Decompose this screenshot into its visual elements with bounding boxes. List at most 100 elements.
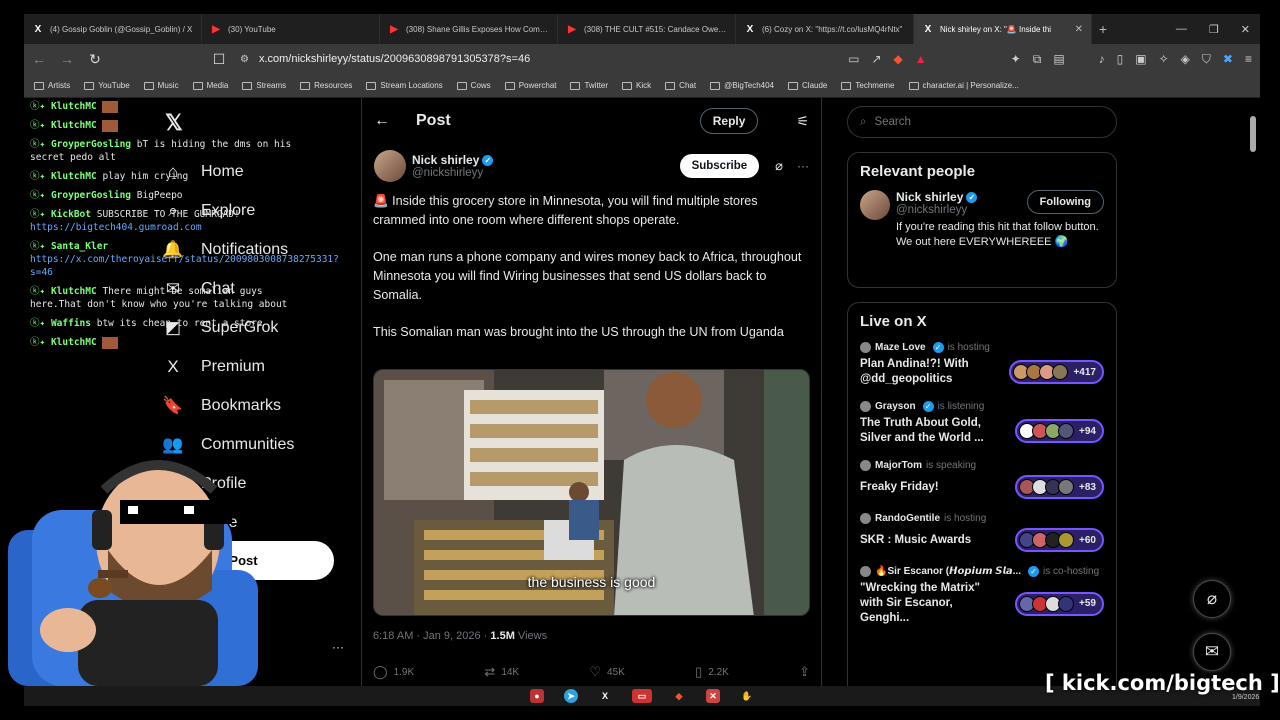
author-handle[interactable]: @nickshirleyy xyxy=(412,167,493,179)
voice-app-icon[interactable]: ▭ xyxy=(632,689,652,703)
author-name[interactable]: Nick shirley xyxy=(412,153,479,167)
reply-button[interactable]: Reply xyxy=(699,108,759,134)
app-icon[interactable]: ● xyxy=(530,689,544,703)
bookmark-action[interactable]: ▯ 2.2K xyxy=(695,664,729,680)
chat-link[interactable]: https://bigtech404.gumroad.com xyxy=(30,222,202,233)
listener-pill[interactable]: +59 xyxy=(1015,591,1104,616)
back-arrow-icon[interactable]: ← xyxy=(32,51,46,67)
grok-icon[interactable]: ⌀ xyxy=(775,158,783,174)
bookmark-item[interactable]: Stream Locations xyxy=(366,81,443,90)
sidebar-icon[interactable]: ▯ xyxy=(1117,52,1124,66)
browser-tab[interactable]: ▶ (308) THE CULT #515: Candace Owens S xyxy=(558,14,736,44)
bookmark-item[interactable]: Streams xyxy=(242,81,286,90)
chat-username[interactable]: KlutchMC xyxy=(51,286,97,297)
browser-tab[interactable]: X (6) Cozy on X: "https://t.co/lusMQ4rNtx… xyxy=(736,14,914,44)
music-icon[interactable]: ♪ xyxy=(1099,52,1105,66)
scrollbar[interactable] xyxy=(1250,116,1256,152)
close-window-icon[interactable]: ✕ xyxy=(1241,23,1250,36)
brave-icon[interactable]: ◆ xyxy=(672,689,686,703)
browser-tab[interactable]: ▶ (30) YouTube xyxy=(202,14,380,44)
bookmark-item[interactable]: character.ai | Personalize... xyxy=(908,81,1019,90)
chat-username[interactable]: Waffins xyxy=(51,318,91,329)
menu-icon[interactable]: ≡ xyxy=(1245,52,1252,66)
live-space[interactable]: 🔥Sir Escanor (𝙃𝙤𝙥𝙞𝙪𝙢 𝙎𝙡𝙖... ✓ is co-hostin… xyxy=(848,558,1116,632)
reload-icon[interactable]: ↻ xyxy=(88,51,102,68)
bookmark-item[interactable]: Twitter xyxy=(570,81,608,90)
grok-fab-icon[interactable]: ⌀ xyxy=(1193,580,1231,618)
bookmark-item[interactable]: Cows xyxy=(456,81,491,90)
leo-icon[interactable]: ✧ xyxy=(1159,52,1169,66)
bookmark-item[interactable]: Music xyxy=(143,81,179,90)
account-more-icon[interactable]: ··· xyxy=(332,640,344,654)
brave-rewards-icon[interactable]: ▲ xyxy=(915,52,927,66)
nav-item-bookmarks[interactable]: 🔖 Bookmarks xyxy=(162,386,353,425)
share-action[interactable]: ⇪ xyxy=(799,664,810,680)
listener-pill[interactable]: +417 xyxy=(1009,360,1104,384)
app-icon[interactable]: ✕ xyxy=(706,689,720,703)
live-space[interactable]: Grayson ✓ is listening The Truth About Gold… xyxy=(848,393,1116,452)
bookmark-item[interactable]: Claude xyxy=(788,81,827,90)
chat-username[interactable]: KickBot xyxy=(51,209,91,220)
person-name[interactable]: Nick shirley xyxy=(896,190,963,204)
download-icon[interactable]: ⧉ xyxy=(1033,52,1042,67)
browser-tab[interactable]: X (4) Gossip Goblin (@Gossip_Goblin) / X xyxy=(24,14,202,44)
search-input[interactable]: ⌕ Search xyxy=(847,106,1117,138)
listener-pill[interactable]: +94 xyxy=(1015,419,1104,443)
bookmark-item[interactable]: Resources xyxy=(300,81,352,90)
extensions-icon[interactable]: ✦ xyxy=(1011,52,1021,66)
chat-username[interactable]: KlutchMC xyxy=(51,120,97,131)
telegram-icon[interactable]: ➤ xyxy=(564,689,578,703)
live-space[interactable]: MajorTom is speaking Freaky Friday! +83 xyxy=(848,452,1116,505)
live-space[interactable]: RandoGentile is hosting SKR : Music Awards… xyxy=(848,505,1116,558)
chat-username[interactable]: GroyperGosling xyxy=(51,139,131,150)
bookmark-item[interactable]: Powerchat xyxy=(504,81,556,90)
x-ext-icon[interactable]: ✖ xyxy=(1223,52,1233,66)
brave-shield-icon[interactable]: ◆ xyxy=(894,52,903,66)
browser-tab[interactable]: ▶ (308) Shane Gillis Exposes How Comprom xyxy=(380,14,558,44)
share-icon[interactable]: ↗ xyxy=(871,52,881,66)
filter-icon[interactable]: ⚟ xyxy=(796,113,809,130)
app-icon[interactable]: ✋ xyxy=(740,689,754,703)
url-field[interactable]: ⚙ x.com/nickshirleyy/status/200963089879… xyxy=(240,48,810,70)
listener-pill[interactable]: +60 xyxy=(1015,528,1104,552)
more-options-icon[interactable]: ··· xyxy=(797,159,809,173)
author-name-row[interactable]: Nick shirley ✓ xyxy=(412,153,494,167)
bookmark-item[interactable]: Chat xyxy=(665,81,696,90)
person-avatar[interactable] xyxy=(860,190,890,220)
author-avatar[interactable] xyxy=(374,150,406,182)
bookmark-page-icon[interactable]: ☐ xyxy=(212,51,226,68)
history-icon[interactable]: ▤ xyxy=(1053,52,1064,66)
wallet-icon[interactable]: ▣ xyxy=(1135,52,1146,66)
chat-username[interactable]: KlutchMC xyxy=(51,101,97,112)
shield-ext-icon[interactable]: ⛉ xyxy=(1202,52,1211,67)
new-tab-button[interactable]: + xyxy=(1092,21,1114,37)
chat-username[interactable]: Santa_Kler xyxy=(51,241,108,252)
chat-username[interactable]: KlutchMC xyxy=(51,171,97,182)
live-space[interactable]: Maze Love ✓ is hosting Plan Andina!?! With … xyxy=(848,334,1116,393)
browser-tab[interactable]: X Nick shirley on X: "🚨 Inside thi ✕ xyxy=(914,14,1092,44)
bookmark-item[interactable]: Techmeme xyxy=(841,81,895,90)
chat-username[interactable]: KlutchMC xyxy=(51,337,97,348)
cast-icon[interactable]: ▭ xyxy=(848,52,859,66)
listener-pill[interactable]: +83 xyxy=(1015,475,1104,499)
vpn-icon[interactable]: ◈ xyxy=(1181,52,1190,66)
following-button[interactable]: Following xyxy=(1026,190,1104,214)
maximize-icon[interactable]: ❐ xyxy=(1209,23,1219,36)
bookmark-item[interactable]: Media xyxy=(192,81,228,90)
minimize-icon[interactable]: — xyxy=(1176,23,1187,36)
x-app-icon[interactable]: X xyxy=(598,689,612,703)
forward-arrow-icon[interactable]: → xyxy=(60,51,74,67)
bookmark-item[interactable]: Kick xyxy=(622,81,651,90)
repost-action[interactable]: ⇄ 14K xyxy=(484,664,519,680)
chat-username[interactable]: GroyperGosling xyxy=(51,190,131,201)
like-action[interactable]: ♡ 45K xyxy=(589,664,624,680)
post-video[interactable]: the business is good xyxy=(373,369,810,616)
person-handle[interactable]: @nickshirleyy xyxy=(896,204,977,216)
bookmark-item[interactable]: Artists xyxy=(34,81,70,90)
messages-fab-icon[interactable]: ✉ xyxy=(1193,633,1231,671)
post-timestamp[interactable]: 6:18 AM · Jan 9, 2026 · xyxy=(373,630,490,642)
bookmark-item[interactable]: YouTube xyxy=(84,81,130,90)
close-tab-icon[interactable]: ✕ xyxy=(1075,24,1083,35)
reply-action[interactable]: ◯ 1.9K xyxy=(373,664,414,680)
chat-link[interactable]: https://x.com/theroyaiserf/status/200980… xyxy=(30,254,339,278)
